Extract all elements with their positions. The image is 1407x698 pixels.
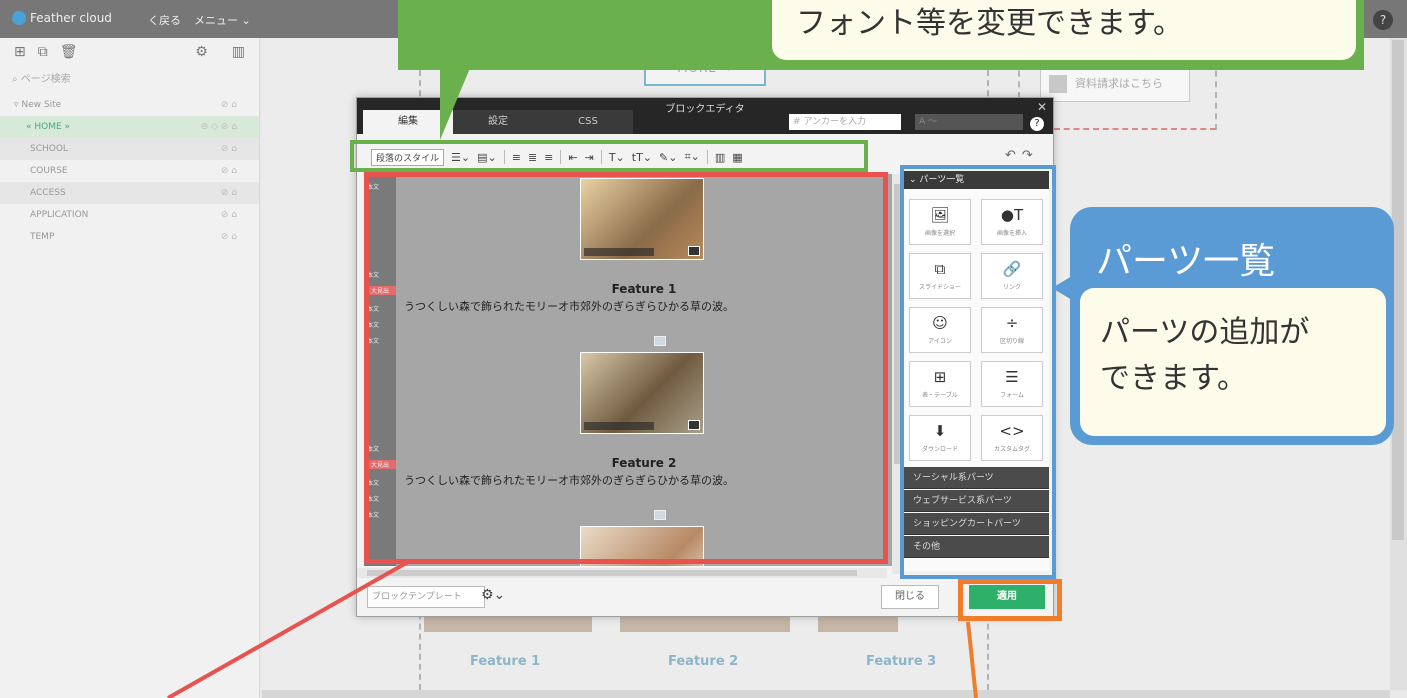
red-pointer — [167, 560, 409, 698]
blue-callout-body: パーツの追加が できます。 — [1080, 288, 1386, 436]
orange-pointer — [966, 621, 978, 698]
green-pointer — [440, 68, 470, 140]
blue-body-line: パーツの追加が — [1100, 315, 1310, 350]
blue-body-line: できます。 — [1100, 361, 1247, 396]
blue-callout-title: パーツ一覧 — [1096, 241, 1276, 282]
